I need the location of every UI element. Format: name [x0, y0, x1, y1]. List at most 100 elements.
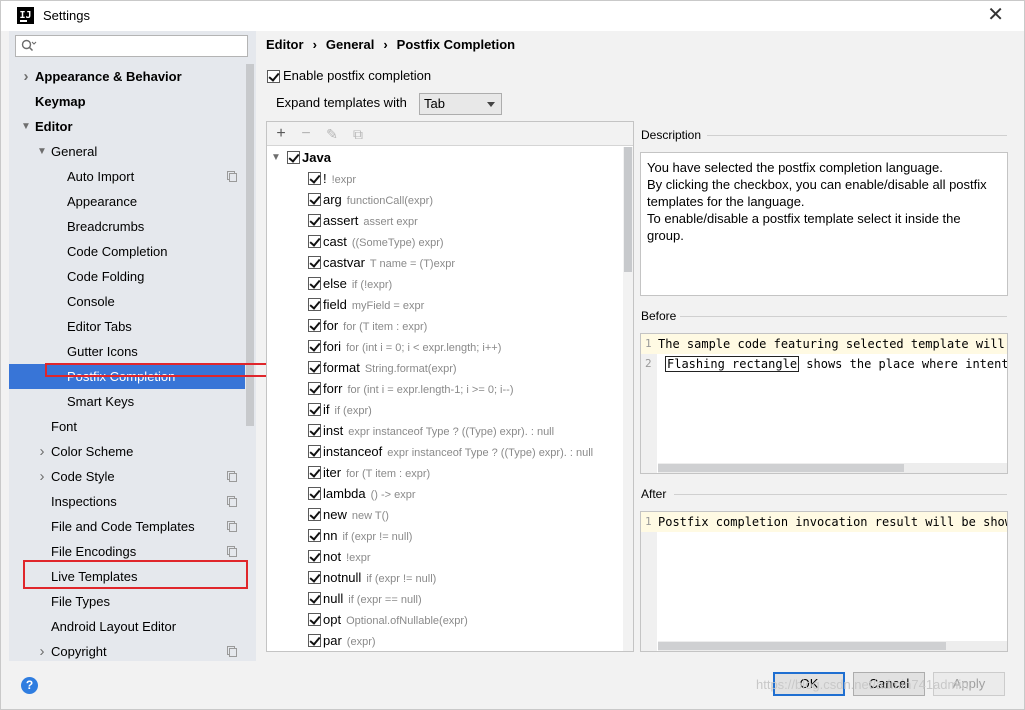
sidebar-item-file-and-code-templates[interactable]: File and Code Templates: [9, 514, 245, 539]
template-group-java[interactable]: ▼ Java: [267, 147, 623, 168]
template-group-checkbox[interactable]: [287, 151, 300, 164]
chevron-right-icon[interactable]: ›: [37, 439, 47, 464]
template-checkbox[interactable]: [308, 172, 321, 185]
template-row[interactable]: format String.format(expr): [267, 357, 623, 378]
template-checkbox[interactable]: [308, 256, 321, 269]
sidebar-item-font[interactable]: Font: [9, 414, 245, 439]
chevron-down-icon[interactable]: ▼: [37, 139, 47, 164]
template-checkbox[interactable]: [308, 340, 321, 353]
sidebar-item-appearance-behavior[interactable]: › Appearance & Behavior: [9, 64, 245, 89]
template-checkbox[interactable]: [308, 361, 321, 374]
copy-icon[interactable]: ⧉: [349, 125, 367, 143]
sidebar-item-editor-tabs[interactable]: Editor Tabs: [9, 314, 245, 339]
templates-scrollbar-thumb[interactable]: [624, 147, 632, 272]
template-checkbox[interactable]: [308, 319, 321, 332]
template-row[interactable]: instanceof expr instanceof Type ? ((Type)…: [267, 441, 623, 462]
template-row[interactable]: par (expr): [267, 630, 623, 651]
template-row[interactable]: notnull if (expr != null): [267, 567, 623, 588]
breadcrumb-editor[interactable]: Editor: [266, 37, 304, 52]
expand-key-select[interactable]: Tab: [419, 93, 502, 115]
sidebar-item-copyright[interactable]: › Copyright: [9, 639, 245, 664]
template-row[interactable]: null if (expr == null): [267, 588, 623, 609]
template-row[interactable]: lambda () -> expr: [267, 483, 623, 504]
help-icon[interactable]: ?: [21, 677, 38, 694]
template-checkbox[interactable]: [308, 592, 321, 605]
template-row[interactable]: else if (!expr): [267, 273, 623, 294]
enable-postfix-row[interactable]: Enable postfix completion: [267, 68, 431, 84]
remove-icon[interactable]: −: [297, 125, 315, 143]
template-row[interactable]: ! !expr: [267, 168, 623, 189]
sidebar-item-code-style[interactable]: › Code Style: [9, 464, 245, 489]
sidebar-item-console[interactable]: Console: [9, 289, 245, 314]
template-checkbox[interactable]: [308, 214, 321, 227]
close-icon[interactable]: ✕: [987, 4, 1004, 26]
template-checkbox[interactable]: [308, 550, 321, 563]
template-row[interactable]: for for (T item : expr): [267, 315, 623, 336]
template-checkbox[interactable]: [308, 298, 321, 311]
template-row[interactable]: inst expr instanceof Type ? ((Type) expr)…: [267, 420, 623, 441]
template-row[interactable]: forr for (int i = expr.length-1; i >= 0; …: [267, 378, 623, 399]
template-description: if (expr): [334, 405, 372, 417]
before-code-box[interactable]: 1 The sample code featuring selected tem…: [640, 333, 1008, 474]
chevron-down-icon[interactable]: ▼: [271, 147, 281, 168]
template-checkbox[interactable]: [308, 466, 321, 479]
sidebar-item-file-types[interactable]: File Types: [9, 589, 245, 614]
template-checkbox[interactable]: [308, 613, 321, 626]
settings-search-box[interactable]: [15, 35, 248, 57]
template-checkbox[interactable]: [308, 634, 321, 647]
template-label: field myField = expr: [323, 294, 424, 317]
template-row[interactable]: field myField = expr: [267, 294, 623, 315]
template-checkbox[interactable]: [308, 424, 321, 437]
sidebar-item-smart-keys[interactable]: Smart Keys: [9, 389, 245, 414]
template-row[interactable]: castvar T name = (T)expr: [267, 252, 623, 273]
breadcrumb-general[interactable]: General: [326, 37, 374, 52]
sidebar-item-general[interactable]: ▼ General: [9, 139, 245, 164]
settings-search-input[interactable]: [40, 37, 244, 55]
sidebar-item-inspections[interactable]: Inspections: [9, 489, 245, 514]
chevron-right-icon[interactable]: ›: [37, 639, 47, 664]
sidebar-item-code-completion[interactable]: Code Completion: [9, 239, 245, 264]
code-line: 1 Postfix completion invocation result w…: [641, 512, 1007, 532]
template-checkbox[interactable]: [308, 403, 321, 416]
add-icon[interactable]: +: [272, 125, 290, 143]
template-row[interactable]: if if (expr): [267, 399, 623, 420]
template-row[interactable]: assert assert expr: [267, 210, 623, 231]
sidebar-item-appearance[interactable]: Appearance: [9, 189, 245, 214]
template-row[interactable]: iter for (T item : expr): [267, 462, 623, 483]
template-row[interactable]: opt Optional.ofNullable(expr): [267, 609, 623, 630]
template-checkbox[interactable]: [308, 445, 321, 458]
template-checkbox[interactable]: [308, 382, 321, 395]
chevron-right-icon[interactable]: ›: [21, 64, 31, 89]
edit-icon[interactable]: ✎: [323, 125, 341, 143]
template-checkbox[interactable]: [308, 508, 321, 521]
template-row[interactable]: new new T(): [267, 504, 623, 525]
sidebar-item-color-scheme[interactable]: › Color Scheme: [9, 439, 245, 464]
template-row[interactable]: nn if (expr != null): [267, 525, 623, 546]
chevron-right-icon[interactable]: ›: [37, 464, 47, 489]
template-checkbox[interactable]: [308, 571, 321, 584]
before-horizontal-scrollbar-thumb[interactable]: [658, 464, 904, 472]
chevron-down-icon[interactable]: ▼: [21, 114, 31, 139]
template-row[interactable]: arg functionCall(expr): [267, 189, 623, 210]
template-row[interactable]: fori for (int i = 0; i < expr.length; i++…: [267, 336, 623, 357]
sidebar-item-breadcrumbs[interactable]: Breadcrumbs: [9, 214, 245, 239]
template-checkbox[interactable]: [308, 277, 321, 290]
before-horizontal-scrollbar[interactable]: [658, 463, 1007, 473]
enable-postfix-checkbox[interactable]: [267, 70, 280, 84]
after-horizontal-scrollbar[interactable]: [658, 641, 1007, 651]
after-code-box[interactable]: 1 Postfix completion invocation result w…: [640, 511, 1008, 652]
template-row[interactable]: cast ((SomeType) expr): [267, 231, 623, 252]
sidebar-item-editor[interactable]: ▼ Editor: [9, 114, 245, 139]
sidebar-item-code-folding[interactable]: Code Folding: [9, 264, 245, 289]
template-checkbox[interactable]: [308, 235, 321, 248]
sidebar-item-android-layout-editor[interactable]: Android Layout Editor: [9, 614, 245, 639]
after-horizontal-scrollbar-thumb[interactable]: [658, 642, 946, 650]
template-checkbox[interactable]: [308, 529, 321, 542]
template-checkbox[interactable]: [308, 193, 321, 206]
sidebar-item-keymap[interactable]: Keymap: [9, 89, 245, 114]
template-checkbox[interactable]: [308, 487, 321, 500]
sidebar-item-auto-import[interactable]: Auto Import: [9, 164, 245, 189]
template-row[interactable]: not !expr: [267, 546, 623, 567]
templates-scrollbar[interactable]: [623, 147, 633, 651]
sidebar-item-gutter-icons[interactable]: Gutter Icons: [9, 339, 245, 364]
